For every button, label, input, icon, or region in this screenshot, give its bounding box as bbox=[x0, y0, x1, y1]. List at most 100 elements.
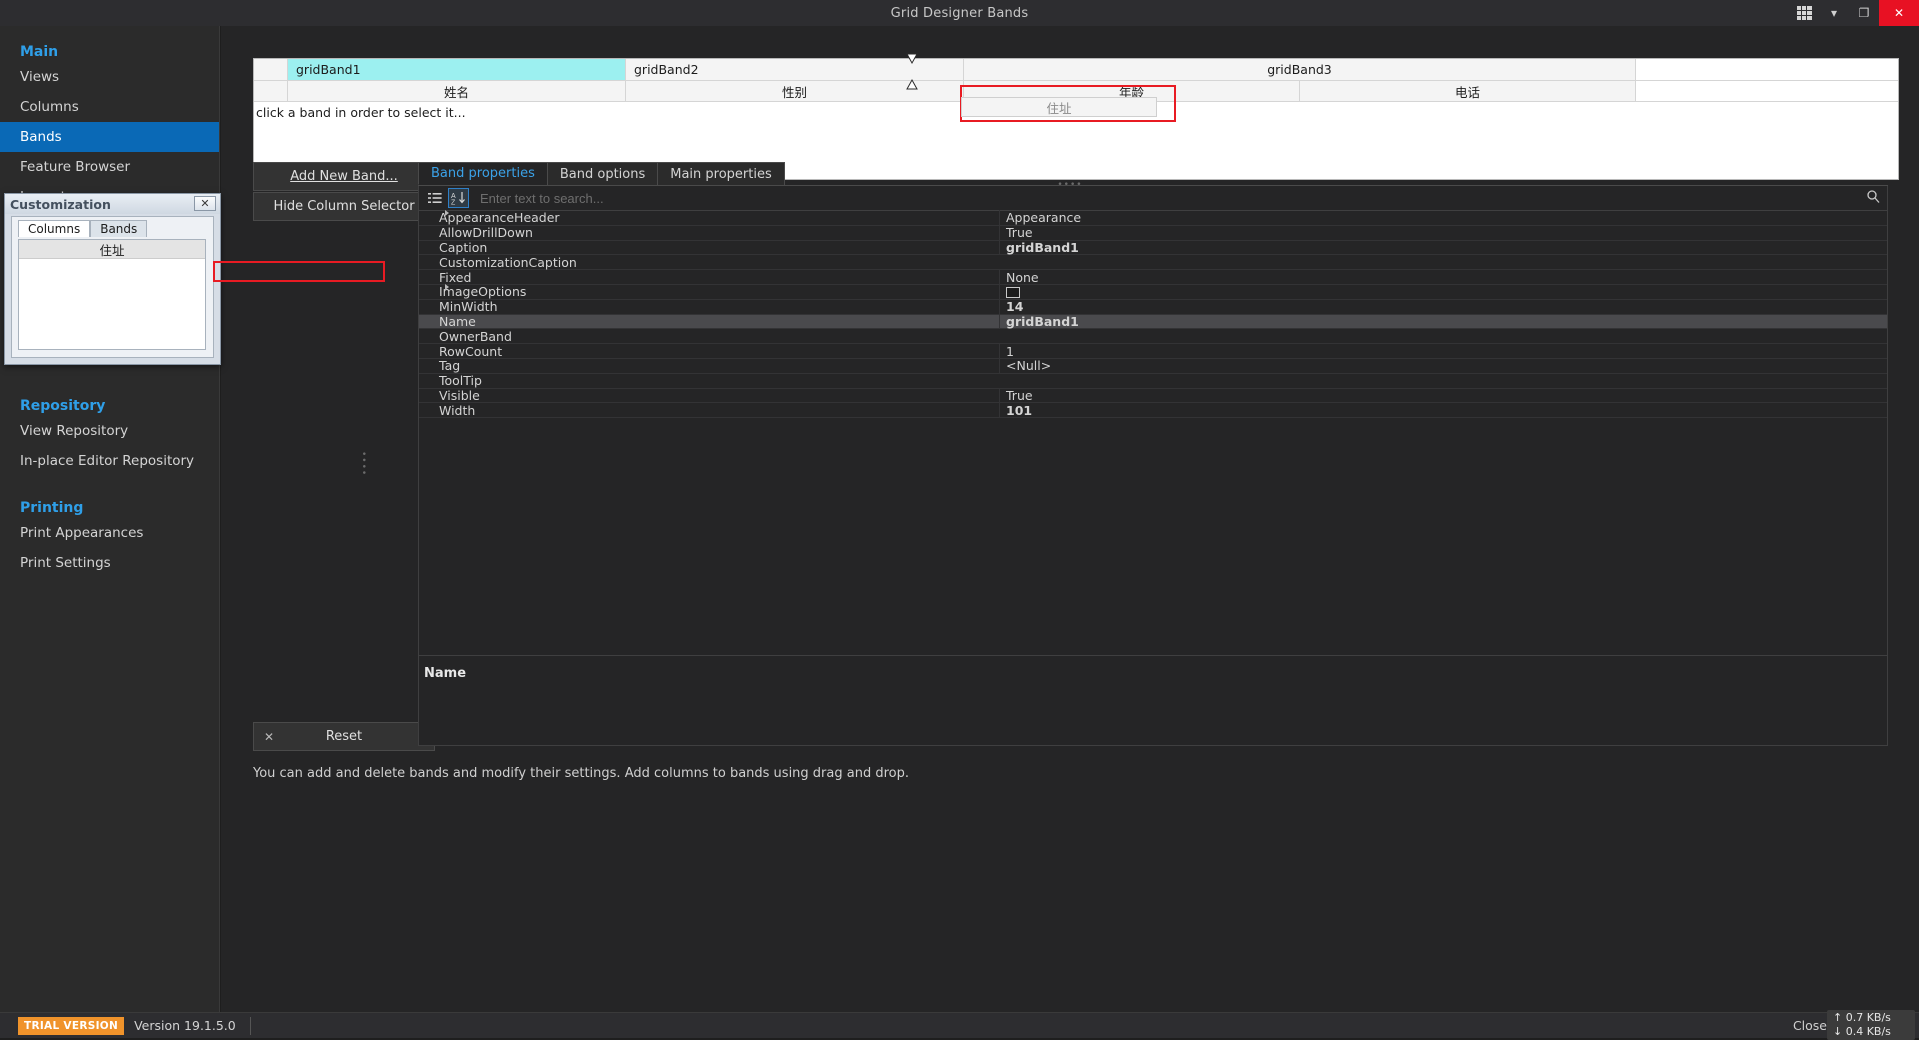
property-tabstrip: Band properties Band options Main proper… bbox=[418, 162, 1888, 186]
customization-dialog[interactable]: Customization ✕ Columns Bands 住址 bbox=[4, 193, 221, 365]
property-name: AppearanceHeader bbox=[419, 210, 999, 225]
expander-icon[interactable] bbox=[445, 210, 449, 217]
property-value[interactable]: gridBand1 bbox=[999, 313, 1887, 329]
sidebar-item-columns[interactable]: Columns bbox=[0, 92, 219, 122]
sidebar-item-label: Feature Browser bbox=[20, 159, 131, 175]
trial-version-badge: TRIAL VERSION bbox=[18, 1016, 125, 1035]
band-header-row: gridBand1 gridBand2 gridBand3 bbox=[254, 59, 1898, 81]
sidebar-item-label: Views bbox=[20, 69, 60, 85]
sidebar-item-print-appearances[interactable]: Print Appearances bbox=[0, 518, 219, 548]
table-row[interactable]: AllowDrillDown True bbox=[419, 225, 1887, 241]
column-header-dianhua[interactable]: 电话 bbox=[1300, 81, 1636, 101]
sidebar-item-views[interactable]: Views bbox=[0, 62, 219, 92]
tab-band-properties[interactable]: Band properties bbox=[418, 162, 548, 185]
table-row[interactable]: Width 101 bbox=[419, 402, 1887, 419]
categorized-icon[interactable] bbox=[424, 188, 445, 208]
property-name-label: CustomizationCaption bbox=[439, 254, 577, 270]
table-row[interactable]: AppearanceHeader Appearance bbox=[419, 210, 1887, 226]
expander-icon[interactable] bbox=[445, 284, 449, 291]
property-value[interactable]: None bbox=[999, 269, 1887, 285]
svg-text:Z: Z bbox=[451, 200, 456, 206]
list-item[interactable]: 住址 bbox=[19, 240, 205, 259]
property-value[interactable]: True bbox=[999, 387, 1887, 403]
sidebar-item-label: Columns bbox=[20, 99, 79, 115]
vertical-splitter[interactable]: •••• bbox=[358, 451, 368, 476]
table-row[interactable]: Caption gridBand1 bbox=[419, 240, 1887, 256]
sidebar: Main Views Columns Bands Feature Browser… bbox=[0, 26, 220, 1012]
reset-button[interactable]: ✕ Reset bbox=[253, 722, 435, 751]
property-value[interactable]: 1 bbox=[999, 343, 1887, 359]
band-cell-gridband3[interactable]: gridBand3 bbox=[964, 59, 1636, 80]
dropdown-arrow-icon[interactable]: ▾ bbox=[1819, 0, 1849, 26]
property-value[interactable]: 14 bbox=[999, 299, 1887, 315]
property-description: Name bbox=[419, 655, 1887, 745]
table-row[interactable]: MinWidth 14 bbox=[419, 299, 1887, 315]
table-row[interactable]: OwnerBand bbox=[419, 329, 1887, 345]
property-name-label: Tag bbox=[439, 358, 461, 374]
property-grid: A Z AppearanceHeader Appearance AllowDril… bbox=[418, 186, 1888, 746]
property-name: AllowDrillDown bbox=[419, 225, 999, 240]
sidebar-group-repository: Repository bbox=[20, 398, 106, 414]
property-name-label: RowCount bbox=[439, 343, 503, 359]
property-name-label: Width bbox=[439, 402, 476, 418]
table-row[interactable]: RowCount 1 bbox=[419, 343, 1887, 359]
table-row[interactable]: Tag <Null> bbox=[419, 358, 1887, 374]
table-row[interactable]: ImageOptions bbox=[419, 284, 1887, 300]
add-new-band-label: Add New Band... bbox=[290, 169, 398, 184]
drag-ghost-column: 住址 bbox=[961, 97, 1157, 117]
close-button[interactable]: ✕ bbox=[1879, 0, 1919, 26]
customization-close-button[interactable]: ✕ bbox=[194, 196, 216, 211]
property-search-input[interactable] bbox=[472, 188, 1859, 208]
sidebar-item-label: Print Appearances bbox=[20, 525, 144, 541]
network-upload-speed: ↑ 0.7 KB/s bbox=[1833, 1011, 1891, 1024]
restore-button[interactable]: ❐ bbox=[1849, 0, 1879, 26]
color-swatch-icon bbox=[1006, 287, 1020, 299]
sidebar-item-view-repository[interactable]: View Repository bbox=[0, 416, 219, 446]
statusbar: TRIAL VERSION Version 19.1.5.0 Close bbox=[0, 1012, 1919, 1038]
property-name-label: Caption bbox=[439, 240, 488, 255]
alphabetical-sort-icon[interactable]: A Z bbox=[448, 188, 469, 208]
sidebar-item-inplace-editor-repository[interactable]: In-place Editor Repository bbox=[0, 446, 219, 476]
property-value[interactable]: gridBand1 bbox=[999, 240, 1887, 255]
property-value[interactable]: 101 bbox=[999, 402, 1887, 418]
sidebar-item-label: In-place Editor Repository bbox=[20, 453, 195, 469]
tab-main-properties[interactable]: Main properties bbox=[657, 162, 785, 185]
property-name: OwnerBand bbox=[419, 329, 999, 344]
column-header-xingming[interactable]: 姓名 bbox=[288, 81, 626, 101]
reset-label: Reset bbox=[325, 729, 363, 744]
customization-tab-bands[interactable]: Bands bbox=[90, 220, 148, 237]
band-cell-gridband1[interactable]: gridBand1 bbox=[288, 59, 626, 80]
table-row[interactable]: Visible True bbox=[419, 387, 1887, 404]
property-value[interactable]: True bbox=[999, 225, 1887, 241]
property-value[interactable]: Appearance bbox=[999, 210, 1887, 226]
property-name: Tag bbox=[419, 358, 999, 373]
tab-band-options[interactable]: Band options bbox=[546, 162, 659, 185]
tab-label: Columns bbox=[28, 222, 81, 236]
property-name: Caption bbox=[419, 240, 999, 255]
table-row[interactable]: Name gridBand1 bbox=[419, 313, 1887, 330]
table-row[interactable]: Fixed None bbox=[419, 269, 1887, 285]
property-value[interactable]: <Null> bbox=[999, 358, 1887, 374]
close-dialog-button[interactable]: Close bbox=[1793, 1018, 1827, 1033]
search-icon[interactable] bbox=[1859, 190, 1887, 206]
sidebar-group-main: Main bbox=[20, 44, 59, 60]
window-controls: ▾ ❐ ✕ bbox=[1789, 0, 1919, 26]
add-new-band-button[interactable]: Add New Band... bbox=[253, 162, 435, 191]
property-name-label: ImageOptions bbox=[439, 284, 527, 300]
sidebar-item-print-settings[interactable]: Print Settings bbox=[0, 548, 219, 578]
property-name: Visible bbox=[419, 388, 999, 403]
customization-tab-columns[interactable]: Columns bbox=[18, 220, 91, 237]
sidebar-item-bands[interactable]: Bands bbox=[0, 122, 219, 152]
sidebar-item-feature-browser[interactable]: Feature Browser bbox=[0, 152, 219, 182]
table-row[interactable]: ToolTip bbox=[419, 373, 1887, 389]
customization-column-list[interactable]: 住址 bbox=[18, 239, 206, 350]
grid-view-icon[interactable] bbox=[1789, 0, 1819, 26]
window-titlebar: Grid Designer Bands ▾ ❐ ✕ bbox=[0, 0, 1919, 26]
table-row[interactable]: CustomizationCaption bbox=[419, 254, 1887, 271]
hide-column-selector-button[interactable]: Hide Column Selector bbox=[253, 192, 435, 221]
property-value[interactable] bbox=[999, 284, 1887, 300]
tab-label: Main properties bbox=[670, 166, 772, 182]
network-speed-widget[interactable]: ↑ 0.7 KB/s ↓ 0.4 KB/s bbox=[1827, 1010, 1915, 1040]
property-name: RowCount bbox=[419, 344, 999, 359]
customization-title: Customization bbox=[5, 194, 220, 214]
